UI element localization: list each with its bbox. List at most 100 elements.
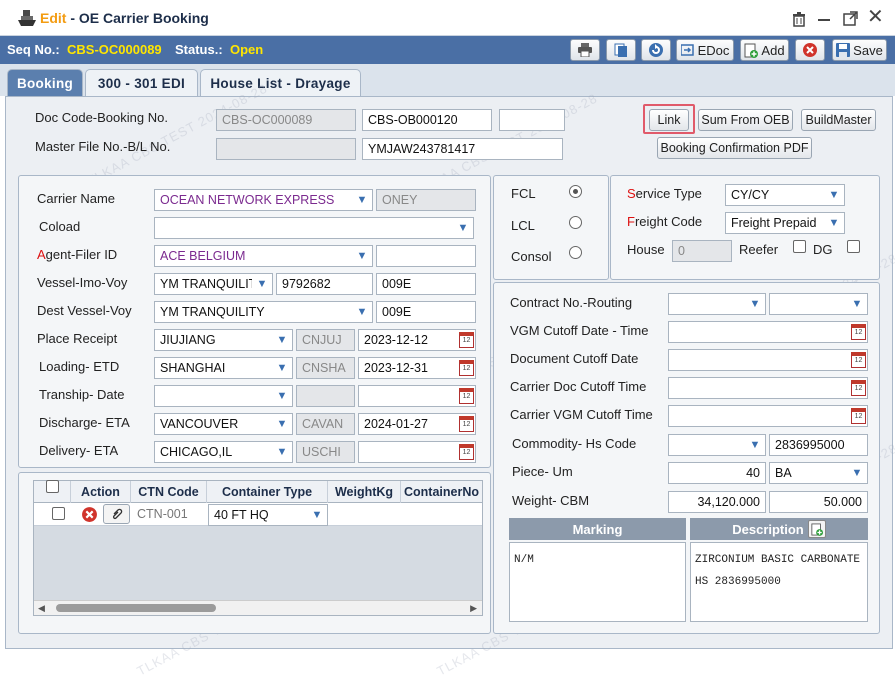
tab-house-list[interactable]: House List - Drayage: [200, 69, 361, 96]
buildmaster-button[interactable]: BuildMaster: [801, 109, 876, 131]
add-button[interactable]: Add: [740, 39, 789, 61]
booking-extra-field[interactable]: [499, 109, 565, 131]
place-receipt-select[interactable]: JIUJIANG ▼: [154, 329, 293, 351]
trash-icon[interactable]: [792, 12, 806, 27]
calendar-icon[interactable]: 12: [459, 444, 474, 460]
title-bar: Edit - OE Carrier Booking ✕: [0, 0, 895, 36]
vessel-select[interactable]: YM TRANQUILIT ▼: [154, 273, 273, 295]
delete-button[interactable]: [795, 39, 825, 61]
agent-select[interactable]: ACE BELGIUM ▼: [154, 245, 373, 267]
refresh-button[interactable]: [641, 39, 671, 61]
edoc-button[interactable]: EDoc: [676, 39, 734, 61]
watermark: TLKAA CBS TEST 2024-08-28: [84, 80, 270, 189]
freight-code-select[interactable]: Freight Prepaid ▼: [725, 212, 845, 234]
loading-date[interactable]: 2023-12-31 12: [358, 357, 476, 379]
marking-textarea[interactable]: N/M: [509, 542, 686, 622]
add-icon: [811, 523, 823, 536]
commodity-select[interactable]: ▼: [668, 434, 766, 456]
dest-voy-field[interactable]: 009E: [376, 301, 476, 323]
vgm-cutoff-field[interactable]: 12: [668, 321, 868, 343]
carrier-doc-cutoff-field[interactable]: 12: [668, 377, 868, 399]
fcl-radio[interactable]: [569, 185, 582, 198]
piece-field[interactable]: 40: [668, 462, 766, 484]
discharge-code[interactable]: CAVAN: [296, 413, 355, 435]
consol-radio[interactable]: [569, 246, 582, 259]
weight-field[interactable]: 34,120.000: [668, 491, 766, 513]
calendar-icon[interactable]: 12: [459, 360, 474, 376]
calendar-icon[interactable]: 12: [459, 416, 474, 432]
calendar-icon[interactable]: 12: [851, 324, 866, 340]
loading-select[interactable]: SHANGHAI ▼: [154, 357, 293, 379]
doc-code-field[interactable]: CBS-OC000089: [216, 109, 356, 131]
agent-value: ACE BELGIUM: [160, 249, 246, 263]
row-checkbox[interactable]: [52, 507, 65, 520]
calendar-icon[interactable]: 12: [459, 332, 474, 348]
piece-label: Piece- Um: [512, 464, 573, 479]
doc-cutoff-field[interactable]: 12: [668, 349, 868, 371]
delivery-date[interactable]: 12: [358, 441, 476, 463]
chevron-down-icon: ▼: [847, 463, 867, 483]
tranship-code[interactable]: [296, 385, 355, 407]
chevron-down-icon: ▼: [453, 218, 473, 238]
select-all-checkbox[interactable]: [46, 480, 59, 493]
carrier-name-select[interactable]: OCEAN NETWORK EXPRESS ▼: [154, 189, 373, 211]
hs-code-field[interactable]: 2836995000: [769, 434, 868, 456]
close-icon[interactable]: ✕: [867, 7, 884, 27]
delivery-select[interactable]: CHICAGO,IL ▼: [154, 441, 293, 463]
minimize-icon[interactable]: [818, 19, 830, 21]
voy-field[interactable]: 009E: [376, 273, 476, 295]
booking-confirmation-pdf-button[interactable]: Booking Confirmation PDF: [657, 137, 812, 159]
attach-button[interactable]: [103, 504, 130, 524]
sum-from-oeb-button[interactable]: Sum From OEB: [698, 109, 793, 131]
grid-header: Action CTN Code Container Type WeightKg …: [34, 480, 482, 503]
container-type-select[interactable]: 40 FT HQ ▼: [208, 504, 328, 526]
scrollbar-thumb[interactable]: [56, 604, 216, 612]
routing-select[interactable]: ▼: [769, 293, 868, 315]
delete-row-icon[interactable]: [81, 506, 98, 523]
imo-field[interactable]: 9792682: [276, 273, 373, 295]
coload-select[interactable]: ▼: [154, 217, 474, 239]
loading-code[interactable]: CNSHA: [296, 357, 355, 379]
calendar-icon[interactable]: 12: [851, 380, 866, 396]
master-file-field[interactable]: [216, 138, 356, 160]
horizontal-scrollbar[interactable]: ◀ ▶: [34, 600, 482, 615]
um-select[interactable]: BA ▼: [769, 462, 868, 484]
save-button[interactable]: Save: [832, 39, 887, 61]
link-button[interactable]: Link: [649, 109, 689, 131]
tranship-select[interactable]: ▼: [154, 385, 293, 407]
discharge-date[interactable]: 2024-01-27 12: [358, 413, 476, 435]
house-field[interactable]: 0: [672, 240, 732, 262]
discharge-select[interactable]: VANCOUVER ▼: [154, 413, 293, 435]
chevron-down-icon: ▼: [272, 414, 292, 434]
contract-select[interactable]: ▼: [668, 293, 766, 315]
tranship-date[interactable]: 12: [358, 385, 476, 407]
calendar-icon[interactable]: 12: [851, 408, 866, 424]
booking-no-field[interactable]: CBS-OB000120: [362, 109, 492, 131]
dest-vessel-select[interactable]: YM TRANQUILITY ▼: [154, 301, 373, 323]
carrier-code-field[interactable]: ONEY: [376, 189, 476, 211]
lcl-radio[interactable]: [569, 216, 582, 229]
marking-header: Marking: [509, 518, 686, 540]
table-row[interactable]: CTN-001 40 FT HQ ▼: [34, 503, 482, 526]
maximize-icon[interactable]: [843, 11, 858, 26]
place-receipt-code[interactable]: CNJUJ: [296, 329, 355, 351]
carrier-vgm-cutoff-field[interactable]: 12: [668, 405, 868, 427]
tab-edi[interactable]: 300 - 301 EDI: [85, 69, 198, 96]
scroll-right-icon[interactable]: ▶: [470, 603, 477, 614]
place-receipt-date[interactable]: 2023-12-12 12: [358, 329, 476, 351]
delivery-code[interactable]: USCHI: [296, 441, 355, 463]
reefer-checkbox[interactable]: [793, 240, 806, 253]
tab-booking[interactable]: Booking: [7, 69, 83, 96]
copy-button[interactable]: [606, 39, 636, 61]
calendar-icon[interactable]: 12: [459, 388, 474, 404]
dg-checkbox[interactable]: [847, 240, 860, 253]
description-textarea[interactable]: ZIRCONIUM BASIC CARBONATE HS 2836995000: [690, 542, 868, 622]
print-button[interactable]: [570, 39, 600, 61]
scroll-left-icon[interactable]: ◀: [38, 603, 45, 614]
cbm-field[interactable]: 50.000: [769, 491, 868, 513]
bl-no-field[interactable]: YMJAW243781417: [362, 138, 563, 160]
agent-extra-field[interactable]: [376, 245, 476, 267]
calendar-icon[interactable]: 12: [851, 352, 866, 368]
service-type-select[interactable]: CY/CY ▼: [725, 184, 845, 206]
add-description-button[interactable]: [807, 520, 826, 538]
